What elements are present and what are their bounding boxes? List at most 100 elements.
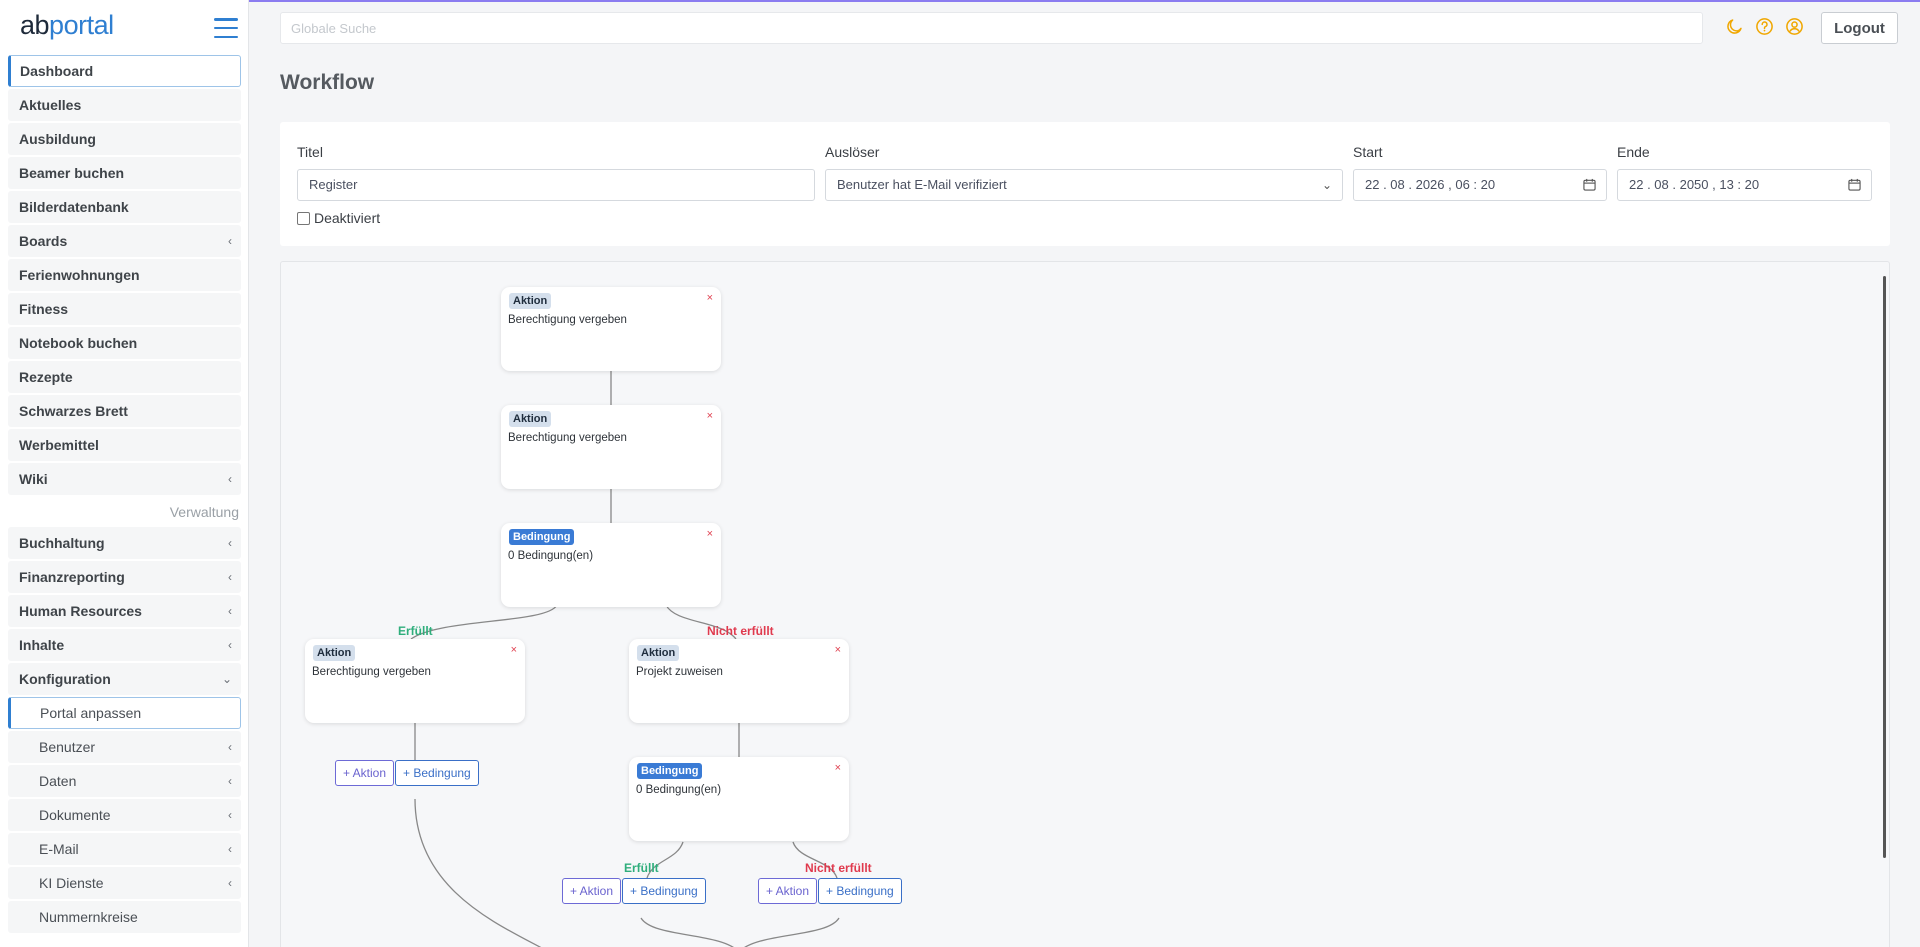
start-label: Start bbox=[1353, 144, 1383, 160]
sidebar-item-schwarzes-brett[interactable]: Schwarzes Brett bbox=[8, 395, 241, 427]
canvas-scrollbar[interactable] bbox=[1883, 276, 1886, 858]
add-bedingung-button[interactable]: + Bedingung bbox=[395, 760, 479, 786]
chevron-left-icon: ‹ bbox=[228, 472, 232, 486]
sidebar-item-notebook-buchen[interactable]: Notebook buchen bbox=[8, 327, 241, 359]
workflow-node-aktion[interactable]: Aktion × Berechtigung vergeben bbox=[501, 287, 721, 371]
sidebar-subitem-portal-anpassen[interactable]: Portal anpassen bbox=[8, 697, 241, 729]
chevron-left-icon: ‹ bbox=[228, 234, 232, 248]
chevron-down-icon: ⌄ bbox=[1321, 178, 1332, 192]
chevron-left-icon: ‹ bbox=[228, 740, 232, 754]
sidebar-nav: Dashboard Aktuelles Ausbildung Beamer bu… bbox=[8, 55, 241, 935]
node-description: Projekt zuweisen bbox=[636, 666, 723, 678]
add-aktion-button[interactable]: + Aktion bbox=[335, 760, 395, 786]
workflow-node-aktion[interactable]: Aktion × Projekt zuweisen bbox=[629, 639, 849, 723]
close-icon[interactable]: × bbox=[707, 528, 713, 540]
add-aktion-button[interactable]: + Aktion bbox=[758, 878, 818, 904]
global-search-input[interactable] bbox=[280, 12, 1703, 44]
chevron-left-icon: ‹ bbox=[228, 638, 232, 652]
sidebar-item-boards[interactable]: Boards ‹ bbox=[8, 225, 241, 257]
chevron-left-icon: ‹ bbox=[228, 808, 232, 822]
close-icon[interactable]: × bbox=[835, 762, 841, 774]
top-accent-line bbox=[0, 0, 1920, 2]
chevron-left-icon: ‹ bbox=[228, 842, 232, 856]
chevron-left-icon: ‹ bbox=[228, 536, 232, 550]
sidebar-item-ferienwohnungen[interactable]: Ferienwohnungen bbox=[8, 259, 241, 291]
workflow-node-bedingung[interactable]: Bedingung × 0 Bedingung(en) bbox=[501, 523, 721, 607]
node-description: 0 Bedingung(en) bbox=[508, 550, 594, 562]
sidebar-subitem-nummernkreise[interactable]: Nummernkreise bbox=[8, 901, 241, 933]
add-aktion-button[interactable]: + Aktion bbox=[562, 878, 622, 904]
logout-button[interactable]: Logout bbox=[1821, 12, 1898, 44]
page-title: Workflow bbox=[280, 71, 375, 94]
sidebar-item-konfiguration[interactable]: Konfiguration ⌄ bbox=[8, 663, 241, 695]
chevron-left-icon: ‹ bbox=[228, 876, 232, 890]
user-icon[interactable] bbox=[1785, 17, 1804, 36]
sidebar-section-verwaltung: Verwaltung bbox=[169, 504, 239, 520]
node-description: Berechtigung vergeben bbox=[508, 314, 627, 326]
workflow-canvas[interactable]: Aktion × Berechtigung vergeben Aktion × … bbox=[280, 261, 1890, 947]
node-type-badge: Bedingung bbox=[509, 529, 575, 545]
moon-icon[interactable] bbox=[1725, 17, 1744, 36]
titel-label: Titel bbox=[297, 144, 323, 160]
branch-label-erfuellt: Erfüllt bbox=[624, 861, 659, 875]
branch-label-erfuellt: Erfüllt bbox=[398, 624, 433, 638]
close-icon[interactable]: × bbox=[707, 410, 713, 422]
deaktiviert-checkbox-row[interactable]: Deaktiviert bbox=[297, 210, 380, 226]
add-bedingung-button[interactable]: + Bedingung bbox=[818, 878, 902, 904]
sidebar: abportal Dashboard Aktuelles Ausbildung … bbox=[0, 0, 249, 947]
sidebar-item-dashboard[interactable]: Dashboard bbox=[8, 55, 241, 87]
node-description: Berechtigung vergeben bbox=[312, 666, 431, 678]
sidebar-subitem-benutzer[interactable]: Benutzer ‹ bbox=[8, 731, 241, 763]
close-icon[interactable]: × bbox=[511, 644, 517, 656]
node-type-badge: Aktion bbox=[509, 411, 552, 427]
chevron-left-icon: ‹ bbox=[228, 570, 232, 584]
sidebar-item-rezepte[interactable]: Rezepte bbox=[8, 361, 241, 393]
sidebar-item-aktuelles[interactable]: Aktuelles bbox=[8, 89, 241, 121]
node-type-badge: Aktion bbox=[509, 293, 552, 309]
ende-datetime-input[interactable]: 22 . 08 . 2050 , 13 : 20 bbox=[1617, 169, 1872, 201]
node-description: 0 Bedingung(en) bbox=[636, 784, 722, 796]
chevron-left-icon: ‹ bbox=[228, 774, 232, 788]
workflow-node-aktion[interactable]: Aktion × Berechtigung vergeben bbox=[501, 405, 721, 489]
sidebar-item-bilderdatenbank[interactable]: Bilderdatenbank bbox=[8, 191, 241, 223]
sidebar-item-wiki[interactable]: Wiki ‹ bbox=[8, 463, 241, 495]
close-icon[interactable]: × bbox=[707, 292, 713, 304]
sidebar-subitem-e-mail[interactable]: E-Mail ‹ bbox=[8, 833, 241, 865]
node-type-badge: Bedingung bbox=[637, 763, 703, 779]
sidebar-item-finanzreporting[interactable]: Finanzreporting ‹ bbox=[8, 561, 241, 593]
add-bedingung-button[interactable]: + Bedingung bbox=[622, 878, 706, 904]
branch-label-nicht-erfuellt: Nicht erfüllt bbox=[805, 861, 872, 875]
sidebar-subitem-daten[interactable]: Daten ‹ bbox=[8, 765, 241, 797]
calendar-icon[interactable] bbox=[1848, 178, 1861, 191]
branch-label-nicht-erfuellt: Nicht erfüllt bbox=[707, 624, 774, 638]
calendar-icon[interactable] bbox=[1583, 178, 1596, 191]
menu-toggle-icon[interactable] bbox=[214, 18, 238, 38]
node-type-badge: Aktion bbox=[637, 645, 680, 661]
sidebar-item-werbemittel[interactable]: Werbemittel bbox=[8, 429, 241, 461]
titel-input[interactable]: Register bbox=[297, 169, 815, 201]
workflow-node-bedingung[interactable]: Bedingung × 0 Bedingung(en) bbox=[629, 757, 849, 841]
chevron-left-icon: ‹ bbox=[228, 604, 232, 618]
help-icon[interactable] bbox=[1755, 17, 1774, 36]
start-datetime-input[interactable]: 22 . 08 . 2026 , 06 : 20 bbox=[1353, 169, 1607, 201]
sidebar-item-ausbildung[interactable]: Ausbildung bbox=[8, 123, 241, 155]
sidebar-item-buchhaltung[interactable]: Buchhaltung ‹ bbox=[8, 527, 241, 559]
close-icon[interactable]: × bbox=[835, 644, 841, 656]
sidebar-subitem-dokumente[interactable]: Dokumente ‹ bbox=[8, 799, 241, 831]
sidebar-item-beamer-buchen[interactable]: Beamer buchen bbox=[8, 157, 241, 189]
sidebar-item-fitness[interactable]: Fitness bbox=[8, 293, 241, 325]
node-type-badge: Aktion bbox=[313, 645, 356, 661]
deaktiviert-label: Deaktiviert bbox=[314, 210, 381, 226]
chevron-down-icon: ⌄ bbox=[221, 672, 232, 686]
sidebar-item-human-resources[interactable]: Human Resources ‹ bbox=[8, 595, 241, 627]
logo[interactable]: abportal bbox=[20, 10, 114, 41]
ausloeser-label: Auslöser bbox=[825, 144, 880, 160]
sidebar-item-inhalte[interactable]: Inhalte ‹ bbox=[8, 629, 241, 661]
workflow-form: Titel Register Auslöser Benutzer hat E-M… bbox=[280, 122, 1890, 246]
workflow-node-aktion[interactable]: Aktion × Berechtigung vergeben bbox=[305, 639, 525, 723]
sidebar-subitem-ki-dienste[interactable]: KI Dienste ‹ bbox=[8, 867, 241, 899]
node-description: Berechtigung vergeben bbox=[508, 432, 627, 444]
ende-label: Ende bbox=[1617, 144, 1650, 160]
deaktiviert-checkbox[interactable] bbox=[297, 211, 310, 225]
ausloeser-select[interactable]: Benutzer hat E-Mail verifiziert ⌄ bbox=[825, 169, 1343, 201]
